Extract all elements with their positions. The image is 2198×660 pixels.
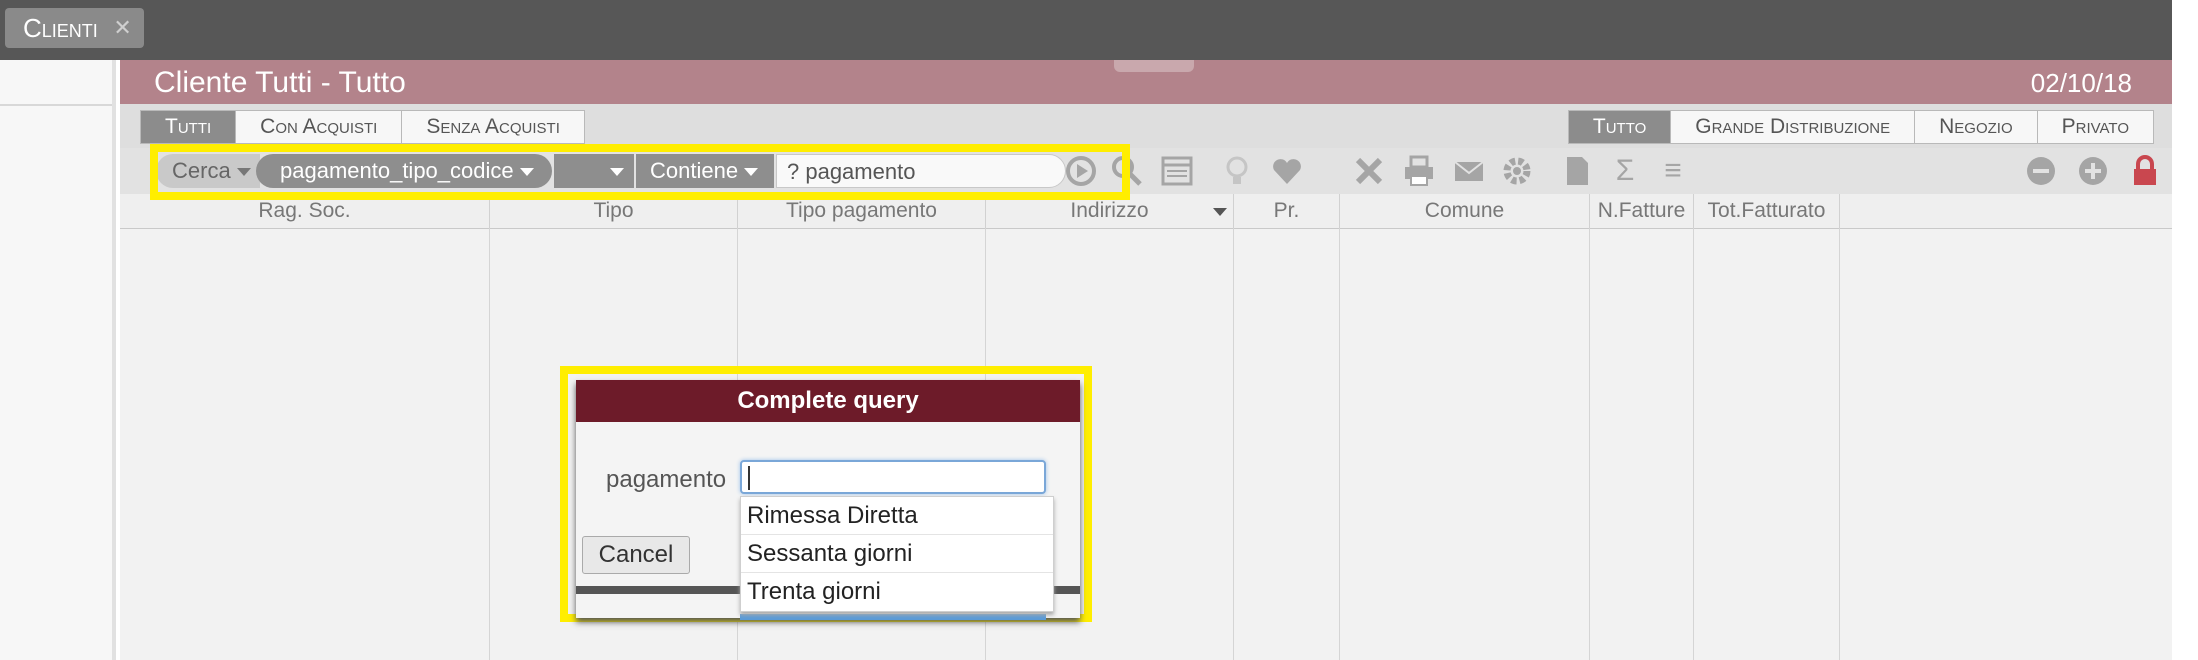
- mail-icon[interactable]: [1452, 154, 1486, 188]
- close-icon[interactable]: ✕: [113, 8, 131, 48]
- gear-icon[interactable]: [1500, 154, 1534, 188]
- minus-icon[interactable]: [2024, 154, 2058, 188]
- window-tab-bar: Clienti ✕: [0, 0, 2198, 60]
- document-icon[interactable]: [1560, 154, 1594, 188]
- window-tab-clienti[interactable]: Clienti ✕: [5, 8, 144, 48]
- sigma-icon[interactable]: Σ: [1608, 154, 1642, 188]
- autocomplete-option[interactable]: Trenta giorni: [741, 573, 1053, 610]
- dialog-field-label: pagamento: [606, 466, 727, 493]
- filter-tabs-left: Tutti Con Acquisti Senza Acquisti: [140, 110, 585, 144]
- cancel-button[interactable]: Cancel: [582, 536, 690, 574]
- title-bar: Cliente Tutti - Tutto 02/10/18: [120, 60, 2172, 104]
- tab-con-acquisti[interactable]: Con Acquisti: [235, 110, 402, 144]
- column-header[interactable]: Comune: [1340, 194, 1590, 228]
- tab-senza-acquisti[interactable]: Senza Acquisti: [401, 110, 585, 144]
- menu-icon[interactable]: ≡: [1656, 154, 1690, 188]
- tab-negozio[interactable]: Negozio: [1914, 110, 2037, 144]
- list-icon[interactable]: [1160, 154, 1194, 188]
- tab-tutti[interactable]: Tutti: [140, 110, 236, 144]
- tab-tutto[interactable]: Tutto: [1567, 110, 1671, 144]
- filter-tabs-right: Tutto Grande Distribuzione Negozio Priva…: [1567, 110, 2154, 144]
- tab-privato[interactable]: Privato: [2036, 110, 2154, 144]
- excel-icon[interactable]: [1352, 154, 1386, 188]
- heart-icon[interactable]: [1270, 154, 1304, 188]
- dialog-title: Complete query: [576, 380, 1080, 422]
- column-header[interactable]: Pr.: [1234, 194, 1340, 228]
- autocomplete-option[interactable]: Rimessa Diretta: [741, 497, 1053, 535]
- autocomplete-list: Rimessa Diretta Sessanta giorni Trenta g…: [740, 496, 1054, 612]
- autocomplete-option[interactable]: Sessanta giorni: [741, 535, 1053, 573]
- lock-icon[interactable]: [2128, 154, 2162, 188]
- drag-handle[interactable]: [1114, 60, 1194, 72]
- right-margin: [2172, 0, 2198, 660]
- left-panel: [0, 60, 116, 660]
- window-tab-label: Clienti: [23, 13, 98, 43]
- pagamento-input[interactable]: [740, 460, 1046, 494]
- tab-grande-distribuzione[interactable]: Grande Distribuzione: [1670, 110, 1915, 144]
- chevron-down-icon[interactable]: [1213, 208, 1227, 216]
- query-highlight: [150, 144, 1130, 200]
- tabs-row: Tutti Con Acquisti Senza Acquisti Tutto …: [120, 104, 2172, 148]
- page-title: Cliente Tutti - Tutto: [154, 66, 406, 99]
- date-label: 02/10/18: [2030, 68, 2132, 98]
- column-header[interactable]: Tot.Fatturato: [1694, 194, 1840, 228]
- column-header[interactable]: N.Fatture: [1590, 194, 1694, 228]
- lightbulb-icon[interactable]: [1220, 154, 1254, 188]
- print-icon[interactable]: [1402, 154, 1436, 188]
- plus-icon[interactable]: [2076, 154, 2110, 188]
